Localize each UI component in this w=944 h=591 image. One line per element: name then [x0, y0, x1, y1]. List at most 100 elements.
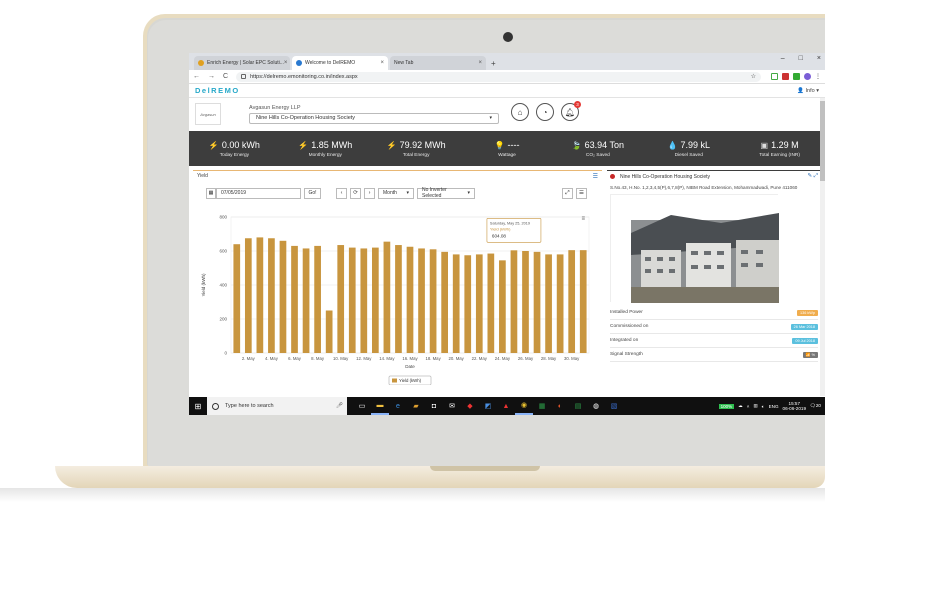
notifications-button[interactable]: 🔔︎ 3 — [561, 101, 581, 121]
close-window-button[interactable]: × — [817, 55, 821, 62]
forward-button[interactable]: → — [208, 73, 215, 80]
clock-time: 15:57 — [788, 400, 801, 406]
user-menu[interactable]: 👤 Info ▾ — [797, 88, 819, 94]
chart-menu-icon: ≡ — [581, 216, 585, 222]
app-icon[interactable]: ▤ — [569, 397, 587, 415]
x-tick-label: 18. May — [425, 356, 441, 361]
chevron-up-icon[interactable]: ˄ — [747, 404, 750, 409]
close-icon[interactable]: × — [380, 60, 384, 66]
tab-bar: Enrich Energy | Solar EPC Soluti... × Wel… — [189, 53, 825, 70]
dashboard-button[interactable]: ◔ — [536, 103, 554, 121]
maximize-button[interactable]: □ — [799, 55, 803, 62]
tab-enrich[interactable]: Enrich Energy | Solar EPC Soluti... × — [194, 56, 290, 70]
kpi-icon: ⚡ — [298, 140, 309, 150]
tooltip-value: 604.08 — [492, 233, 506, 238]
site-select[interactable]: Nine Hills Co-Operation Housing Society ▾ — [249, 112, 499, 124]
kebab-menu-icon[interactable]: ⋮ — [815, 73, 821, 80]
info-value-badge: 📶 % — [802, 351, 818, 358]
action-center-icon[interactable]: 🗨︎20 — [810, 403, 821, 409]
pin-expand-icons[interactable]: ✎ ⤢ — [807, 173, 818, 180]
excel-icon[interactable]: ▦ — [533, 397, 551, 415]
profile-avatar[interactable] — [804, 73, 811, 80]
edge-icon[interactable]: e — [389, 397, 407, 415]
site-info-panel: Nine Hills Co-Operation Housing Society ✎… — [607, 170, 821, 386]
bar — [475, 254, 483, 353]
chrome-icon[interactable]: ◉ — [515, 397, 533, 415]
app-header: DelREMO 👤 Info ▾ — [189, 84, 825, 98]
x-tick-label: 8. May — [311, 356, 325, 361]
kpi-value: 63.94 Ton — [584, 139, 625, 150]
brand-logo[interactable]: DelREMO — [195, 86, 240, 95]
tab-new[interactable]: New Tab × — [390, 56, 486, 70]
prev-button[interactable]: ‹ — [336, 187, 347, 199]
table-button[interactable]: ☰ — [576, 187, 587, 199]
task-view-icon[interactable]: ▭ — [353, 397, 371, 415]
company-logo: Avgasun — [195, 103, 221, 125]
kpi-label: Total Earning (INR) — [759, 152, 800, 158]
reload-button[interactable]: C — [223, 73, 228, 80]
mic-icon[interactable]: 🎤︎ — [336, 403, 343, 409]
cloud-icon[interactable]: ☁ — [738, 403, 743, 409]
inverter-select[interactable]: No Inverter Selected ▾ — [417, 187, 475, 199]
bar — [256, 237, 264, 353]
extension-icon[interactable] — [793, 73, 800, 80]
extension-icon[interactable] — [782, 73, 789, 80]
refresh-button[interactable]: ⟳ — [350, 187, 361, 199]
language-indicator[interactable]: ENG — [769, 404, 779, 409]
y-tick-label: 800 — [219, 215, 227, 220]
taskbar-search-input[interactable]: Type here to search 🎤︎ — [207, 397, 347, 415]
close-icon[interactable]: × — [478, 60, 482, 66]
windows-start-icon[interactable]: ⊞ — [189, 397, 207, 415]
extension-icon[interactable] — [771, 73, 778, 80]
calendar-icon[interactable]: ▦ — [206, 187, 216, 199]
mail-icon[interactable]: ✉ — [443, 397, 461, 415]
tooltip-series: Yield (kWh) — [490, 226, 511, 231]
file-explorer-icon[interactable]: ▬ — [371, 397, 389, 415]
info-label: Integrated on — [610, 338, 639, 343]
bar — [418, 248, 425, 353]
tab-label: Welcome to DelREMO — [305, 60, 356, 66]
close-icon[interactable]: × — [284, 60, 288, 66]
app-icon[interactable]: ◍ — [587, 397, 605, 415]
bar — [522, 251, 529, 353]
word-icon[interactable]: ▧ — [605, 397, 623, 415]
favicon-icon — [198, 60, 204, 66]
outlook-icon[interactable]: ◩ — [479, 397, 497, 415]
period-value: Month — [383, 190, 397, 196]
bar — [579, 250, 587, 353]
acrobat-icon[interactable]: ▲ — [497, 397, 515, 415]
back-button[interactable]: ← — [193, 73, 200, 80]
next-button[interactable]: › — [364, 187, 375, 199]
menu-icon[interactable]: ☰ — [593, 173, 598, 180]
info-row: Integrated on 09 Jul 2018 — [610, 334, 818, 348]
bar — [441, 251, 448, 353]
network-icon[interactable]: ▥ — [753, 403, 757, 409]
game-icon[interactable]: ◆ — [461, 397, 479, 415]
period-select[interactable]: Month ▾ — [378, 187, 414, 199]
url-text: https://delremo.emonitoring.co.in/index.… — [250, 73, 358, 80]
battery-badge[interactable]: 100% — [718, 403, 735, 409]
bar — [337, 245, 345, 353]
powerpoint-icon[interactable]: ◐ — [551, 397, 569, 415]
minimize-button[interactable]: – — [781, 55, 785, 62]
url-input[interactable]: https://delremo.emonitoring.co.in/index.… — [236, 71, 761, 82]
info-label: Signal Strength — [610, 352, 643, 357]
bar — [383, 241, 391, 353]
line-chart-button[interactable]: ⤢ — [562, 187, 573, 199]
kpi-value: ---- — [507, 139, 520, 150]
folder-icon[interactable]: ▰ — [407, 397, 425, 415]
laptop-notch — [430, 466, 540, 471]
go-button[interactable]: Go! — [304, 187, 321, 199]
date-input[interactable]: 07/05/2019 — [216, 187, 301, 199]
star-icon[interactable]: ☆ — [751, 73, 756, 80]
page-scrollbar[interactable] — [820, 98, 825, 396]
store-icon[interactable]: ◘ — [425, 397, 443, 415]
webcam — [503, 32, 513, 42]
new-tab-button[interactable]: + — [491, 59, 496, 68]
clock[interactable]: 15:57 06-06-2019 — [783, 401, 807, 412]
tab-delremo[interactable]: Welcome to DelREMO × — [292, 56, 388, 70]
scrollbar-thumb[interactable] — [820, 101, 825, 181]
volume-icon[interactable]: 🔈︎ — [762, 404, 765, 409]
home-button[interactable]: ⌂ — [511, 103, 529, 121]
windows-taskbar: ⊞ Type here to search 🎤︎ ▭ ▬ e ▰ ◘ ✉ ◆ ◩ … — [189, 397, 825, 415]
